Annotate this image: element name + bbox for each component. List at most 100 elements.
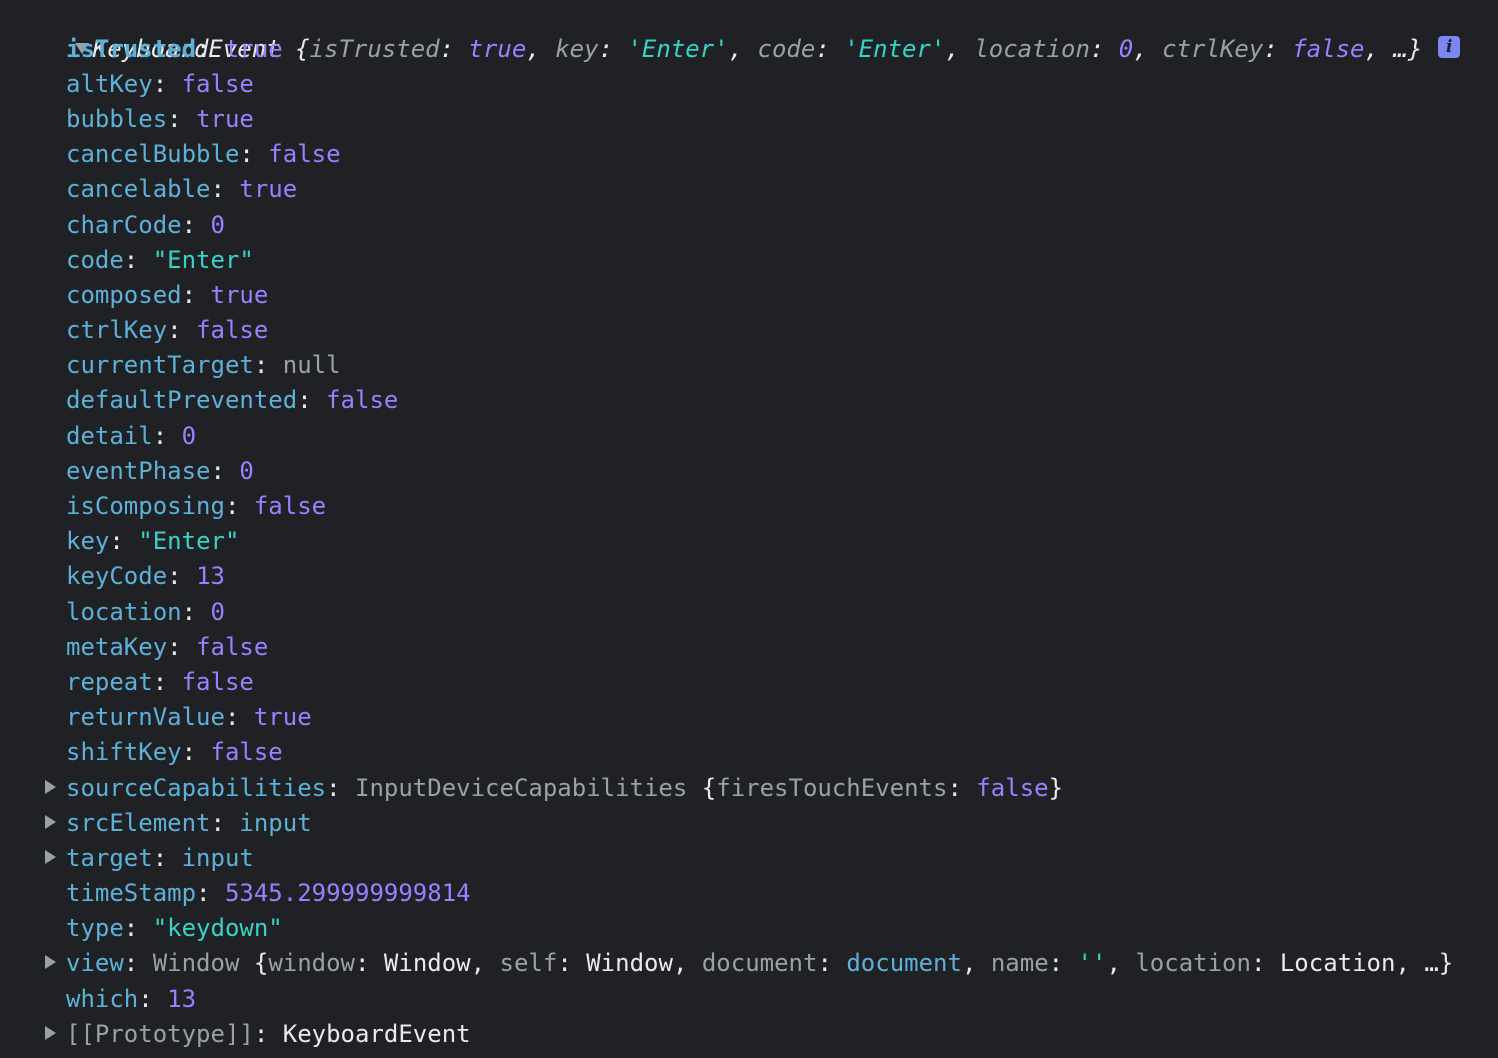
prop-row-metaKey[interactable]: metaKey: false [66,630,268,665]
prop-key: composed [66,281,182,309]
console-object-viewer: KeyboardEvent {isTrusted: true, key: 'En… [0,0,1498,1058]
prop-value: 0 [239,457,254,485]
preview-key: location [974,35,1090,63]
expand-triangle-icon[interactable] [45,850,56,864]
prop-key: timeStamp [66,879,197,907]
expand-triangle-icon[interactable] [45,955,56,969]
prop-row-defaultPrevented[interactable]: defaultPrevented: false [66,383,398,418]
prop-row-keyCode[interactable]: keyCode: 13 [66,559,225,594]
object-header[interactable]: KeyboardEvent {isTrusted: true, key: 'En… [0,0,1461,63]
prop-value: true [210,281,269,309]
prop-row-returnValue[interactable]: returnValue: true [66,700,312,735]
preview-key: firesTouchEvents [716,774,948,802]
prop-value: true [239,175,298,203]
preview-value: false [1292,35,1365,63]
preview-value: Window [586,949,673,977]
prop-key: type [66,914,124,942]
prop-row-srcElement[interactable]: srcElement: input [45,806,312,841]
prop-key: location [66,598,182,626]
prop-row-ctrlKey[interactable]: ctrlKey: false [66,313,268,348]
prop-row-shiftKey[interactable]: shiftKey: false [66,735,283,770]
prop-row-location[interactable]: location: 0 [66,595,225,630]
prop-value: "Enter" [138,527,240,555]
prop-value: false [181,70,254,98]
expand-triangle-icon[interactable] [45,1026,56,1040]
prop-value: input [239,809,312,837]
prop-row-eventPhase[interactable]: eventPhase: 0 [66,454,254,489]
prop-key: altKey [66,70,153,98]
prop-value: 0 [210,211,225,239]
prop-class-name: InputDeviceCapabilities [355,774,688,802]
prop-row-key[interactable]: key: "Enter" [66,524,239,559]
prop-row-composed[interactable]: composed: true [66,278,268,313]
prop-key: view [66,949,124,977]
preview-key: isTrusted [309,35,440,63]
prop-row-timeStamp[interactable]: timeStamp: 5345.299999999814 [66,876,471,911]
prop-class-name: Window [152,949,240,977]
prop-row-target[interactable]: target: input [45,841,254,876]
prop-value: false [196,633,269,661]
info-icon[interactable]: i [1438,36,1461,58]
prop-row-repeat[interactable]: repeat: false [66,665,254,700]
prop-row-sourceCapabilities[interactable]: sourceCapabilities: InputDeviceCapabilit… [45,771,1063,806]
prop-row-prototype[interactable]: [[Prototype]]: KeyboardEvent [45,1017,471,1052]
preview-key: code [757,35,816,63]
prop-row-type[interactable]: type: "keydown" [66,911,283,946]
prop-key: [[Prototype]] [66,1020,254,1048]
prop-value: null [282,351,341,379]
expand-triangle-icon[interactable] [45,780,56,794]
prop-value: 13 [196,562,225,590]
preview-value: document [846,949,962,977]
prop-key: target [66,844,153,872]
prop-value: "keydown" [152,914,283,942]
prop-value: true [196,105,254,133]
prop-key: repeat [66,668,153,696]
prop-row-which[interactable]: which: 13 [66,982,196,1017]
prop-row-bubbles[interactable]: bubbles: true [66,102,254,137]
prop-row-detail[interactable]: detail: 0 [66,419,196,454]
prop-row-charCode[interactable]: charCode: 0 [66,208,225,243]
prop-row-isComposing[interactable]: isComposing: false [66,489,326,524]
prop-row-view[interactable]: view: Window {window: Window, self: Wind… [45,946,1453,981]
prop-key: defaultPrevented [66,386,298,414]
prop-row-currentTarget[interactable]: currentTarget: null [66,348,341,383]
prop-key: charCode [66,211,182,239]
prop-key: returnValue [66,703,225,731]
prop-row-cancelable[interactable]: cancelable: true [66,172,297,207]
prop-key: isComposing [66,492,225,520]
prop-value: true [253,703,312,731]
prop-row-altKey[interactable]: altKey: false [66,67,254,102]
prop-value: KeyboardEvent [282,1020,471,1048]
prop-key: srcElement [66,809,211,837]
preview-key: name [990,949,1049,977]
prop-row-cancelBubble[interactable]: cancelBubble: false [66,137,341,172]
prop-key: key [66,527,110,555]
preview-value: '' [1077,949,1107,977]
preview-value: 'Enter' [627,35,729,63]
prop-value: false [268,140,341,168]
preview-value: 0 [1118,35,1134,63]
preview-ellipsis: …} [1393,35,1423,63]
preview-key: key [555,35,599,63]
prop-value: false [210,738,283,766]
preview-key: document [701,949,818,977]
prop-key: isTrusted [66,35,197,63]
prop-key: metaKey [66,633,168,661]
prop-row-code[interactable]: code: "Enter" [66,243,254,278]
prop-key: detail [66,422,153,450]
prop-value: 0 [181,422,197,450]
prop-value: input [181,844,254,872]
prop-key: currentTarget [66,351,254,379]
prop-key: eventPhase [66,457,211,485]
prop-value: 5345.299999999814 [224,879,471,907]
prop-key: cancelable [66,175,211,203]
prop-key: code [66,246,124,274]
prop-key: ctrlKey [66,316,168,344]
prop-value: 0 [210,598,225,626]
prop-key: keyCode [66,562,168,590]
prop-row-isTrusted[interactable]: isTrusted: true [66,32,283,67]
prop-value: false [326,386,399,414]
preview-value: true [468,35,527,63]
prop-key: which [66,985,139,1013]
expand-triangle-icon[interactable] [45,815,56,829]
